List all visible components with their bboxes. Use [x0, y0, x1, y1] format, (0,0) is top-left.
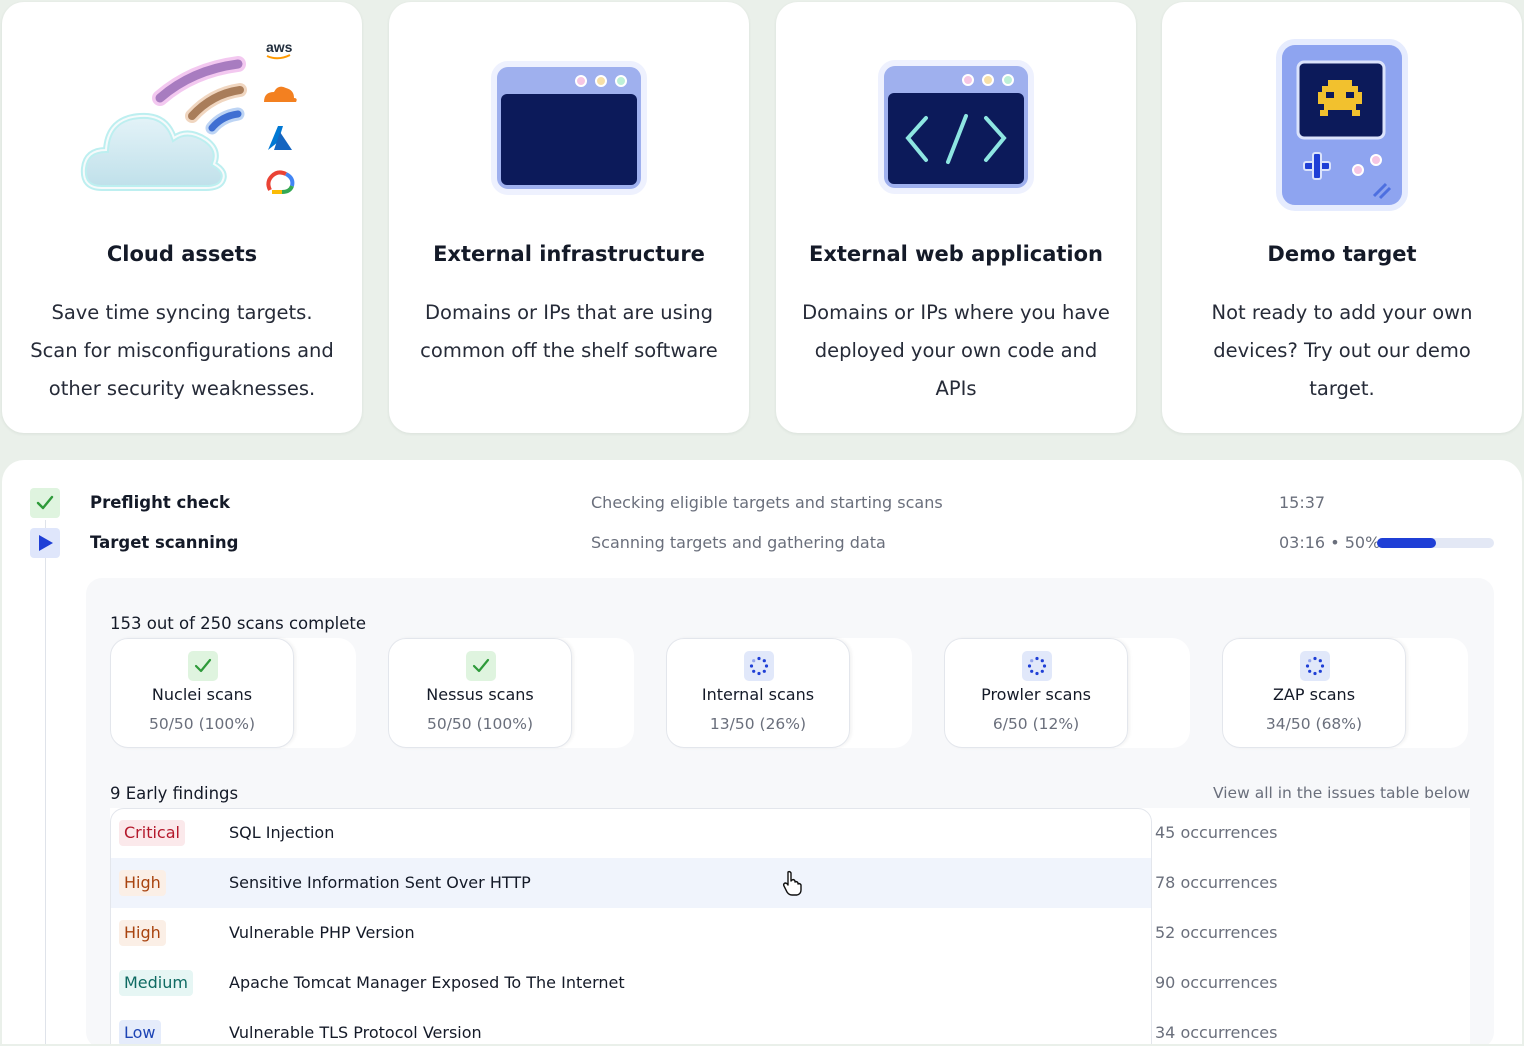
- scan-count: 6/50 (12%): [992, 715, 1080, 733]
- finding-row[interactable]: High Vulnerable PHP Version 52 occurrenc…: [110, 908, 1470, 958]
- scan-card-nessus[interactable]: Nessus scans 50/50 (100%): [388, 638, 634, 748]
- finding-title: Vulnerable PHP Version: [229, 923, 415, 942]
- check-icon: [30, 488, 60, 518]
- early-findings-table: Critical SQL Injection 45 occurrences Hi…: [110, 808, 1470, 1044]
- scan-name: Nessus scans: [426, 685, 534, 704]
- card-description: Not ready to add your own devices? Try ou…: [1211, 301, 1473, 400]
- step-time: 15:37: [1279, 493, 1326, 512]
- severity-badge: Critical: [119, 820, 185, 846]
- finding-occurrences: 45 occurrences: [1155, 823, 1278, 842]
- finding-occurrences: 78 occurrences: [1155, 873, 1278, 892]
- scan-name: Internal scans: [701, 685, 815, 704]
- scan-card-zap[interactable]: ZAP scans 34/50 (68%): [1222, 638, 1468, 748]
- finding-title: Sensitive Information Sent Over HTTP: [229, 873, 531, 892]
- view-all-issues-link[interactable]: View all in the issues table below: [1213, 784, 1470, 802]
- severity-badge: High: [119, 920, 166, 946]
- browser-window-icon: [491, 61, 647, 195]
- scan-card-prowler[interactable]: Prowler scans 6/50 (12%): [944, 638, 1190, 748]
- aws-logo: aws: [266, 39, 293, 60]
- scan-name: Prowler scans: [981, 685, 1091, 704]
- google-cloud-logo: [266, 170, 295, 194]
- card-title: Demo target: [1267, 242, 1417, 266]
- card-title: External infrastructure: [433, 242, 705, 266]
- severity-badge: Medium: [119, 970, 193, 996]
- finding-occurrences: 90 occurrences: [1155, 973, 1278, 992]
- scan-details: 153 out of 250 scans complete Nuclei sca…: [86, 578, 1494, 1044]
- timeline-line: [45, 520, 46, 1044]
- finding-title: Apache Tomcat Manager Exposed To The Int…: [229, 973, 625, 992]
- finding-occurrences: 52 occurrences: [1155, 923, 1278, 942]
- card-title: Cloud assets: [106, 242, 258, 266]
- scan-card-internal[interactable]: Internal scans 13/50 (26%): [666, 638, 912, 748]
- loading-spinner-icon: [1022, 651, 1052, 681]
- step-preflight-check: Preflight check Checking eligible target…: [2, 488, 1522, 518]
- check-icon: [466, 651, 496, 681]
- finding-row[interactable]: Critical SQL Injection 45 occurrences: [110, 808, 1470, 858]
- card-description: Domains or IPs that are using common off …: [420, 301, 718, 362]
- play-icon: [30, 528, 60, 558]
- step-name: Target scanning: [90, 533, 239, 552]
- card-title: External web application: [808, 242, 1103, 266]
- scanning-progress-bar: [1377, 538, 1494, 548]
- finding-row[interactable]: Medium Apache Tomcat Manager Exposed To …: [110, 958, 1470, 1008]
- hand-pointer-icon: [782, 870, 802, 896]
- finding-title: SQL Injection: [229, 823, 335, 842]
- check-icon: [188, 651, 218, 681]
- finding-row[interactable]: High Sensitive Information Sent Over HTT…: [110, 858, 1470, 908]
- scan-progress-panel: Preflight check Checking eligible target…: [2, 460, 1522, 1044]
- scan-count: 50/50 (100%): [148, 715, 255, 733]
- svg-text:aws: aws: [266, 39, 293, 55]
- finding-title: Vulnerable TLS Protocol Version: [229, 1023, 482, 1042]
- card-description: Save time syncing targets. Scan for misco…: [30, 301, 334, 400]
- progress-fill: [1377, 538, 1436, 548]
- finding-occurrences: 34 occurrences: [1155, 1023, 1278, 1042]
- finding-row[interactable]: Low Vulnerable TLS Protocol Version 34 o…: [110, 1008, 1470, 1044]
- signal-arcs-icon: [152, 56, 247, 135]
- scan-name: Nuclei scans: [151, 685, 253, 704]
- azure-logo: [268, 126, 292, 150]
- code-window-icon: [878, 60, 1034, 194]
- early-findings-title: 9 Early findings: [110, 784, 239, 803]
- severity-badge: High: [119, 870, 166, 896]
- scan-count: 34/50 (68%): [1265, 715, 1363, 733]
- severity-badge: Low: [119, 1020, 161, 1044]
- scan-name: ZAP scans: [1272, 685, 1356, 704]
- step-description: Checking eligible targets and starting s…: [591, 493, 943, 512]
- step-name: Preflight check: [90, 493, 230, 512]
- scan-count: 50/50 (100%): [426, 715, 533, 733]
- step-description: Scanning targets and gathering data: [591, 533, 886, 552]
- card-demo-target[interactable]: Demo target Not ready to add your own dev…: [1162, 2, 1522, 433]
- card-cloud-assets[interactable]: aws Cloud assets Save time syncing targe…: [2, 2, 362, 433]
- cloud-icon: [80, 112, 227, 191]
- cloudflare-logo: [264, 86, 297, 102]
- step-target-scanning: Target scanning Scanning targets and gat…: [2, 528, 1522, 558]
- loading-spinner-icon: [1300, 651, 1330, 681]
- game-console-icon: [1276, 39, 1408, 211]
- cloud-assets-illustration: aws: [2, 32, 362, 212]
- card-external-infrastructure[interactable]: External infrastructure Domains or IPs t…: [389, 2, 749, 433]
- card-description: Domains or IPs where you have deployed yo…: [802, 301, 1110, 400]
- scan-count: 13/50 (26%): [709, 715, 807, 733]
- step-time: 03:16 • 50%: [1279, 533, 1381, 552]
- loading-spinner-icon: [744, 651, 774, 681]
- scans-complete-header: 153 out of 250 scans complete: [110, 614, 367, 633]
- card-external-web-application[interactable]: External web application Domains or IPs …: [776, 2, 1136, 433]
- scan-card-nuclei[interactable]: Nuclei scans 50/50 (100%): [110, 638, 356, 748]
